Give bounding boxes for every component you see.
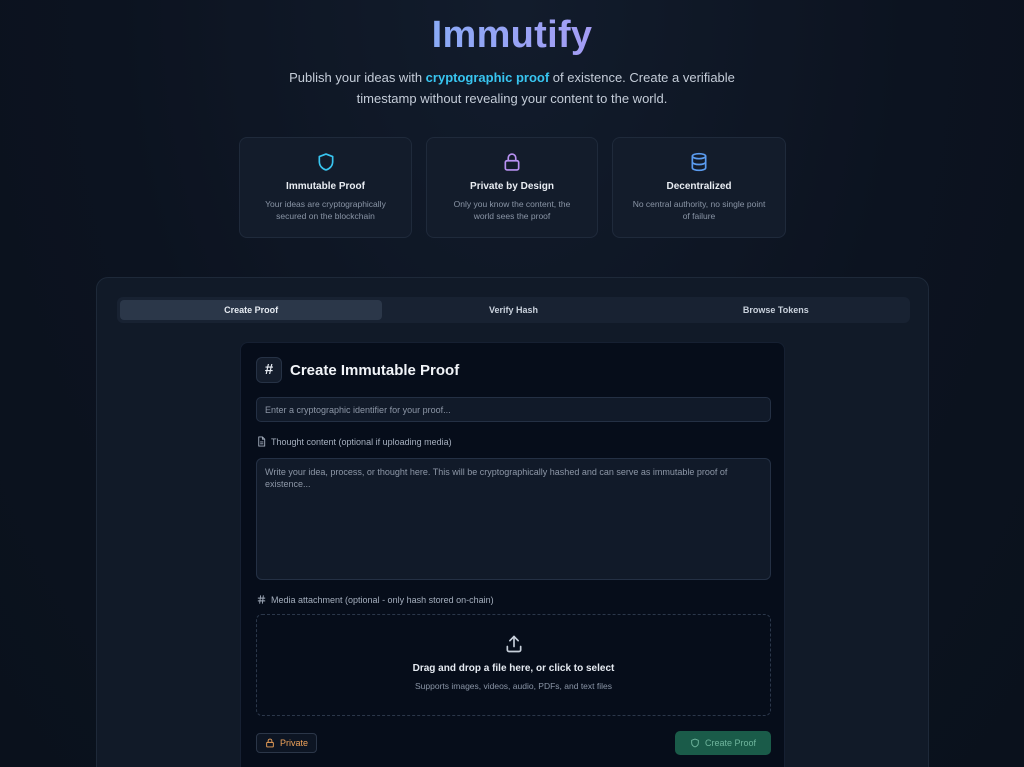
card-header: # Create Immutable Proof: [256, 357, 459, 383]
identifier-input[interactable]: [256, 397, 771, 422]
tagline: Publish your ideas with cryptographic pr…: [262, 67, 762, 109]
feature-desc: Only you know the content, the world see…: [453, 199, 571, 221]
feature-card-immutable: Immutable Proof Your ideas are cryptogra…: [239, 137, 412, 238]
tab-create-proof[interactable]: Create Proof: [120, 300, 383, 320]
feature-card-private: Private by Design Only you know the cont…: [426, 137, 598, 238]
hash-small-icon: [257, 595, 266, 604]
lock-icon: [504, 153, 520, 171]
tab-bar: Create Proof Verify Hash Browse Tokens: [117, 297, 910, 323]
file-dropzone[interactable]: Drag and drop a file here, or click to s…: [256, 614, 771, 716]
main-panel: Create Proof Verify Hash Browse Tokens #…: [96, 277, 929, 767]
dropzone-subtitle: Supports images, videos, audio, PDFs, an…: [414, 681, 612, 691]
tagline-part1: Publish your ideas with: [289, 70, 426, 85]
thought-textarea[interactable]: [256, 458, 771, 580]
feature-cards: Immutable Proof Your ideas are cryptogra…: [239, 137, 786, 238]
create-proof-label: Create Proof: [704, 738, 757, 748]
thought-label-text: Thought content (optional if uploading m…: [271, 436, 452, 447]
document-icon: [258, 436, 266, 447]
tab-verify-hash[interactable]: Verify Hash: [382, 300, 644, 320]
hash-icon: #: [256, 357, 282, 383]
feature-desc: No central authority, no single point of…: [632, 199, 766, 221]
feature-desc: Your ideas are cryptographically secured…: [265, 199, 386, 221]
tagline-highlight: cryptographic proof: [425, 70, 550, 85]
create-proof-card: # Create Immutable Proof Thought content…: [240, 342, 785, 767]
shield-small-icon: [691, 738, 699, 748]
tab-browse-tokens[interactable]: Browse Tokens: [645, 300, 907, 320]
thought-label: Thought content (optional if uploading m…: [256, 436, 452, 447]
feature-card-decentralized: Decentralized No central authority, no s…: [612, 137, 786, 238]
card-title: Create Immutable Proof: [290, 361, 460, 379]
private-label: Private: [280, 738, 309, 748]
brand-title: Immutify: [0, 14, 1024, 57]
media-label: Media attachment (optional - only hash s…: [256, 594, 494, 605]
feature-title: Immutable Proof: [286, 181, 365, 192]
feature-title: Decentralized: [666, 181, 732, 192]
lock-small-icon: [266, 738, 274, 748]
upload-icon: [506, 635, 521, 653]
create-proof-button[interactable]: Create Proof: [675, 731, 771, 755]
feature-title: Private by Design: [470, 181, 554, 192]
media-label-text: Media attachment (optional - only hash s…: [271, 594, 494, 605]
shield-icon: [318, 153, 333, 171]
database-icon: [691, 152, 707, 172]
dropzone-title: Drag and drop a file here, or click to s…: [412, 663, 615, 674]
private-toggle-button[interactable]: Private: [256, 733, 318, 753]
